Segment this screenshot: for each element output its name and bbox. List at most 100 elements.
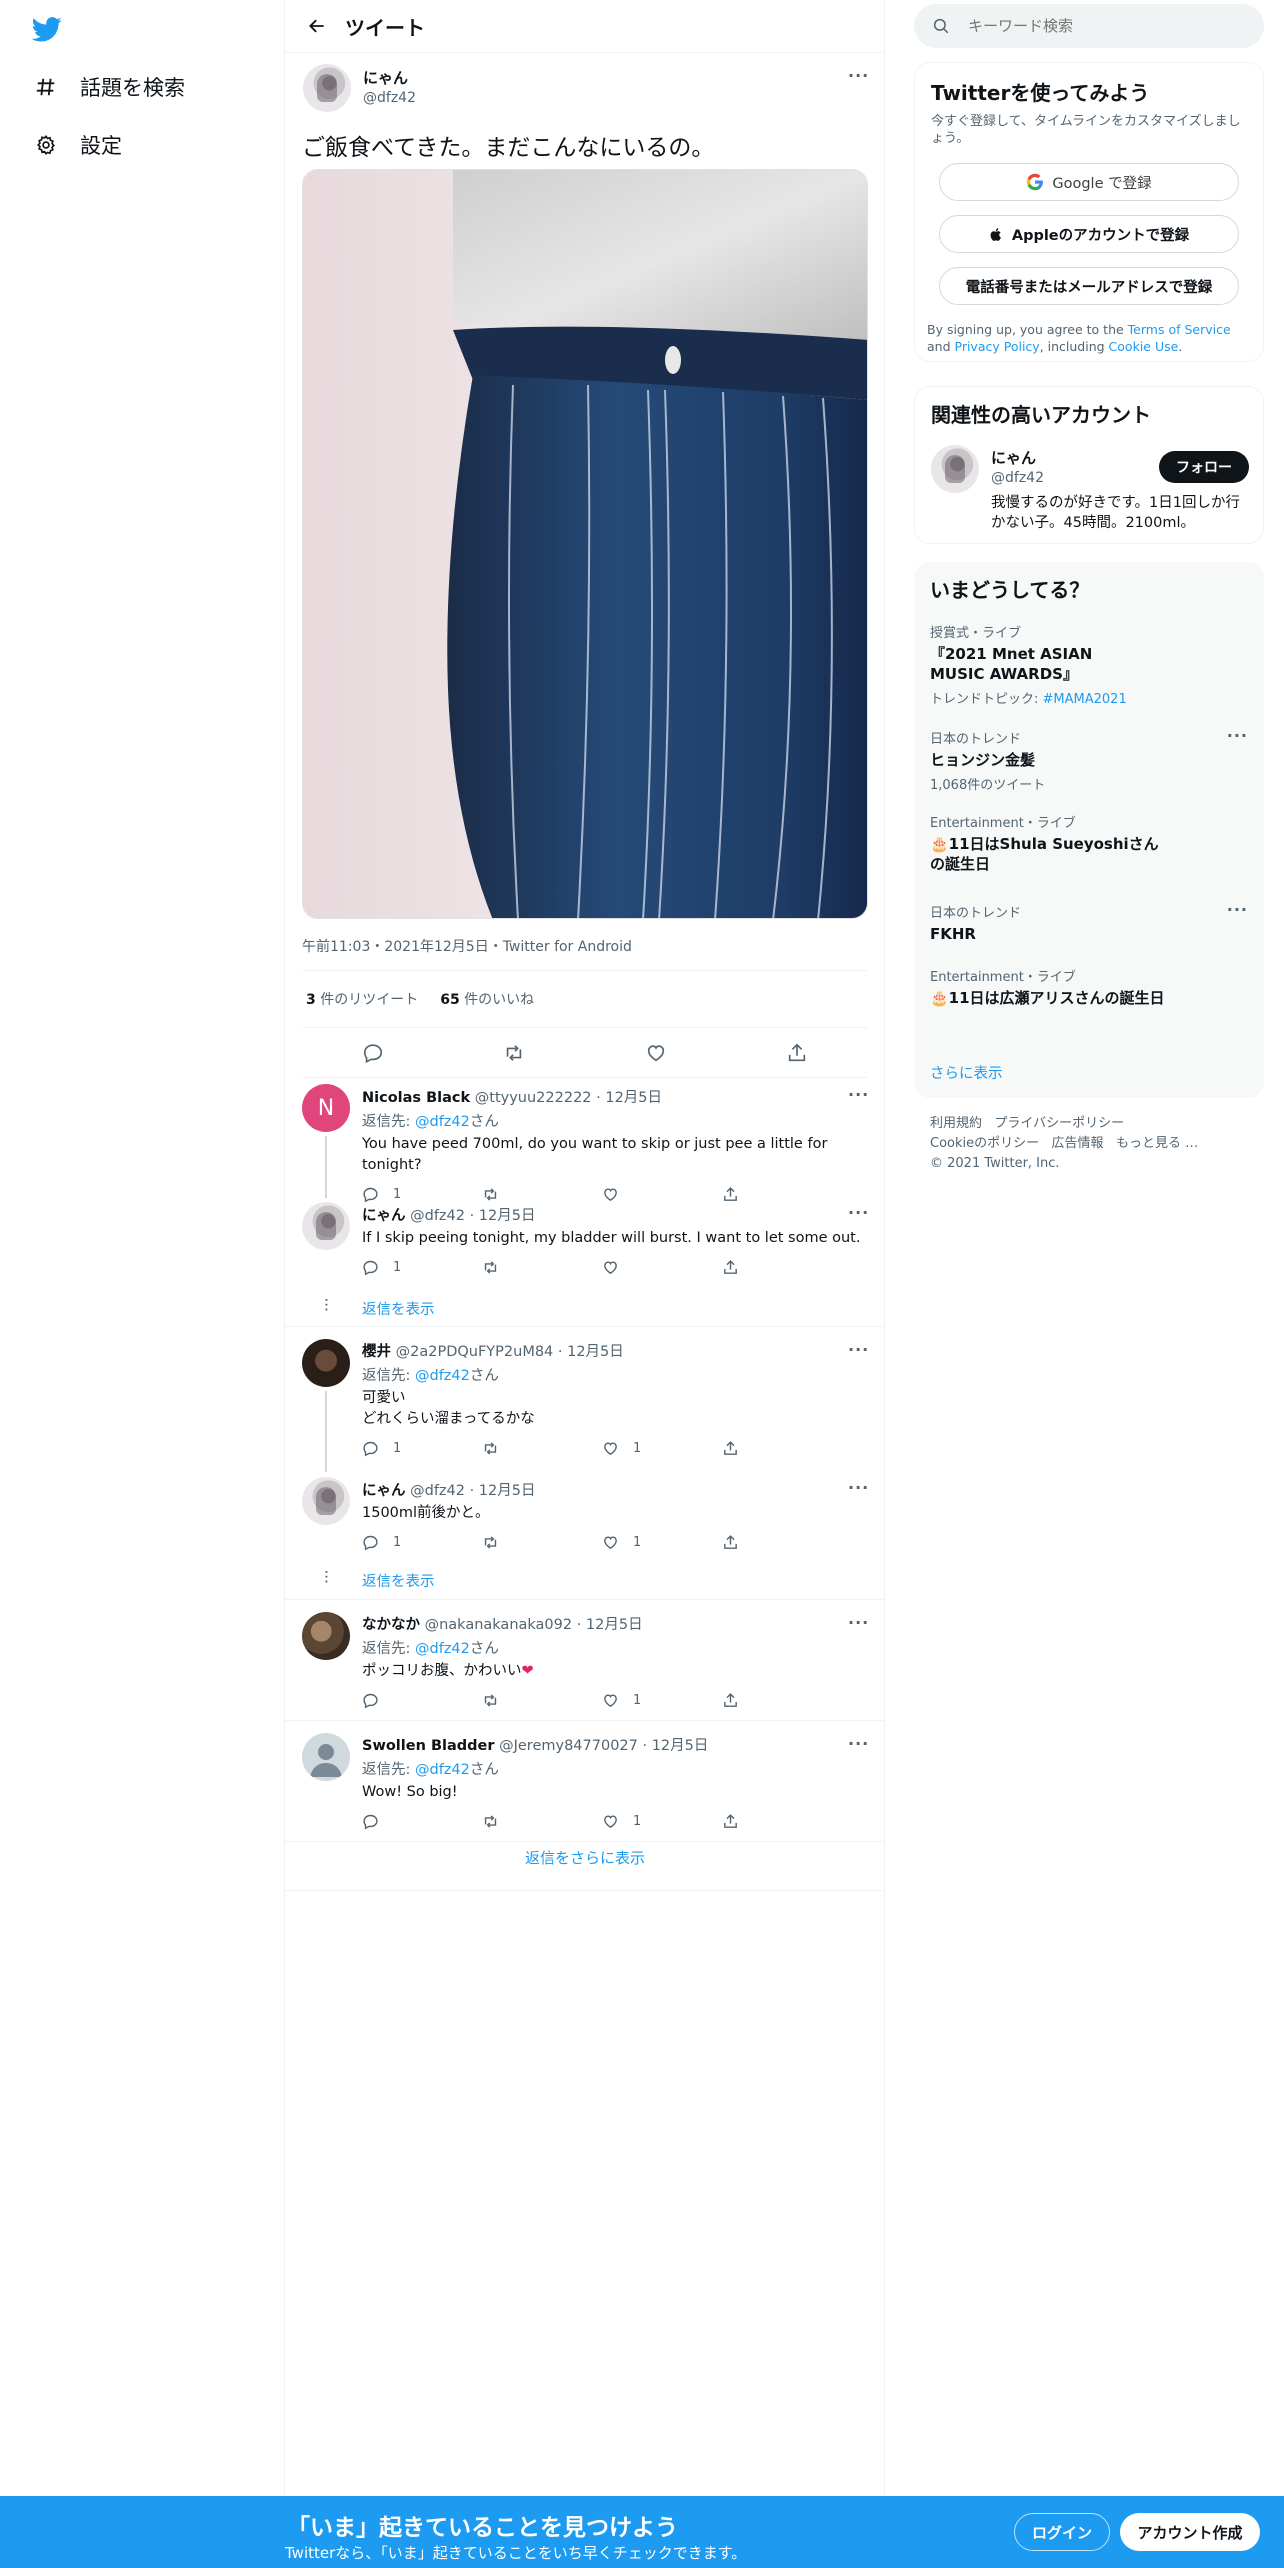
retweet-count[interactable]: 3 件のリツイート xyxy=(306,989,418,1009)
related-name[interactable]: にゃん xyxy=(991,447,1044,468)
retweet-button[interactable] xyxy=(482,1259,602,1276)
retweet-button[interactable] xyxy=(482,1534,602,1551)
reply-author-name[interactable]: にゃん xyxy=(362,1483,406,1499)
retweet-button[interactable] xyxy=(482,1692,602,1709)
reply-author-handle[interactable]: @dfz42 · 12月5日 xyxy=(410,1208,535,1224)
search-input[interactable] xyxy=(968,17,1228,35)
sidebar-item-settings[interactable]: 設定 xyxy=(34,130,122,160)
reply-tweet[interactable]: ··· なかなか @nakanakanaka092 · 12月5日 返信先: @… xyxy=(285,1600,885,1720)
show-more-trends-link[interactable]: さらに表示 xyxy=(930,1062,1003,1083)
show-more-replies-link[interactable]: 返信をさらに表示 xyxy=(285,1847,885,1868)
reply-author-name[interactable]: なかなか xyxy=(362,1617,420,1633)
tweet-actions xyxy=(302,1028,868,1078)
tweet-timestamp[interactable]: 午前11:03・2021年12月5日・Twitter for Android xyxy=(302,936,632,956)
privacy-link[interactable]: プライバシーポリシー xyxy=(994,1116,1124,1131)
reply-author-handle[interactable]: @2a2PDQuFYP2uM84 · 12月5日 xyxy=(396,1344,624,1360)
reply-tweet[interactable]: ··· にゃん @dfz42 · 12月5日 If I skip peeing … xyxy=(285,1198,885,1328)
sidebar-item-explore[interactable]: 話題を検索 xyxy=(34,72,185,102)
mention-link[interactable]: @dfz42 xyxy=(415,1641,470,1657)
follow-button[interactable]: フォロー xyxy=(1159,451,1249,483)
author-name[interactable]: にゃん xyxy=(363,67,416,88)
mention-link[interactable]: @dfz42 xyxy=(415,1368,470,1384)
back-arrow-icon[interactable] xyxy=(289,0,345,53)
share-button[interactable] xyxy=(722,1692,842,1709)
retweet-button[interactable] xyxy=(482,1813,602,1830)
avatar[interactable]: N xyxy=(302,1084,350,1132)
mention-link[interactable]: @dfz42 xyxy=(415,1114,470,1130)
like-icon[interactable] xyxy=(645,1042,667,1064)
more-options-icon[interactable]: ··· xyxy=(1227,900,1248,919)
retweet-icon[interactable] xyxy=(503,1042,525,1064)
avatar[interactable] xyxy=(931,445,979,493)
share-icon[interactable] xyxy=(786,1042,808,1064)
reply-button[interactable]: 1 xyxy=(362,1259,482,1276)
cookie-link[interactable]: Cookie Use xyxy=(1109,339,1179,354)
privacy-link[interactable]: Privacy Policy xyxy=(955,339,1040,354)
login-button[interactable]: ログイン xyxy=(1014,2513,1110,2551)
search-box[interactable] xyxy=(914,4,1264,48)
terms-link[interactable]: Terms of Service xyxy=(1128,322,1231,337)
avatar[interactable] xyxy=(302,1202,350,1250)
author-handle[interactable]: @dfz42 xyxy=(363,90,416,106)
share-button[interactable] xyxy=(722,1440,842,1457)
like-button[interactable]: 1 xyxy=(602,1440,722,1457)
reply-author-name[interactable]: にゃん xyxy=(362,1208,406,1224)
avatar[interactable] xyxy=(302,1339,350,1387)
tweet-author[interactable]: にゃん @dfz42 xyxy=(303,64,416,112)
reply-author-handle[interactable]: @Jeremy84770027 · 12月5日 xyxy=(499,1738,708,1754)
reply-author-handle[interactable]: @dfz42 · 12月5日 xyxy=(410,1483,535,1499)
phone-email-signup-button[interactable]: 電話番号またはメールアドレスで登録 xyxy=(939,267,1239,305)
avatar[interactable] xyxy=(303,64,351,112)
reply-author-name[interactable]: 櫻井 xyxy=(362,1344,391,1360)
avatar[interactable] xyxy=(302,1612,350,1660)
more-options-icon[interactable]: ··· xyxy=(848,66,869,85)
trend-item[interactable]: 授賞式・ライブ 『2021 Mnet ASIAN MUSIC AWARDS』 ト… xyxy=(930,622,1248,707)
reply-button[interactable] xyxy=(362,1692,482,1709)
create-account-button[interactable]: アカウント作成 xyxy=(1120,2513,1260,2551)
more-options-icon[interactable]: ··· xyxy=(1227,726,1248,745)
share-button[interactable] xyxy=(722,1259,842,1276)
show-replies-link[interactable]: 返信を表示 xyxy=(362,1570,435,1591)
reply-author-name[interactable]: Nicolas Black xyxy=(362,1090,470,1106)
trend-item[interactable]: Entertainment・ライブ 🎂11日はShula Sueyoshiさんの… xyxy=(930,812,1248,874)
trend-item[interactable]: Entertainment・ライブ 🎂11日は広瀬アリスさんの誕生日 xyxy=(930,966,1248,1008)
share-button[interactable] xyxy=(722,1534,842,1551)
share-button[interactable] xyxy=(722,1813,842,1830)
google-signup-button[interactable]: Google で登録 xyxy=(939,163,1239,201)
like-button[interactable]: 1 xyxy=(602,1813,722,1830)
like-button[interactable] xyxy=(602,1259,722,1276)
retweet-button[interactable] xyxy=(482,1440,602,1457)
reply-author-name[interactable]: Swollen Bladder xyxy=(362,1738,495,1754)
reply-tweet[interactable]: ··· 櫻井 @2a2PDQuFYP2uM84 · 12月5日 返信先: @df… xyxy=(285,1327,885,1472)
reply-tweet[interactable]: ··· Swollen Bladder @Jeremy84770027 · 12… xyxy=(285,1721,885,1841)
trend-item[interactable]: 日本のトレンド FKHR ··· xyxy=(930,900,1248,944)
tweet-photo[interactable] xyxy=(302,169,868,919)
twitter-bird-icon[interactable] xyxy=(32,14,62,44)
ads-link[interactable]: 広告情報 xyxy=(1052,1136,1104,1151)
mention-link[interactable]: @dfz42 xyxy=(415,1762,470,1778)
tweet-header: ツイート xyxy=(285,0,884,53)
reply-icon[interactable] xyxy=(362,1042,384,1064)
reply-button[interactable]: 1 xyxy=(362,1534,482,1551)
reply-tweet[interactable]: N ··· Nicolas Black @ttyyuu222222 · 12月5… xyxy=(285,1078,885,1203)
reply-button[interactable] xyxy=(362,1813,482,1830)
related-handle[interactable]: @dfz42 xyxy=(991,470,1044,486)
reply-button[interactable]: 1 xyxy=(362,1440,482,1457)
signup-card: Twitterを使ってみよう 今すぐ登録して、タイムラインをカスタマイズしましょ… xyxy=(914,62,1264,362)
like-button[interactable]: 1 xyxy=(602,1692,722,1709)
reply-text: 可愛い どれくらい溜まってるかな xyxy=(362,1390,535,1427)
reply-author-handle[interactable]: @ttyyuu222222 · 12月5日 xyxy=(475,1090,662,1106)
avatar[interactable] xyxy=(302,1477,350,1525)
cookie-link[interactable]: Cookieのポリシー xyxy=(930,1136,1039,1151)
like-button[interactable]: 1 xyxy=(602,1534,722,1551)
show-replies-link[interactable]: 返信を表示 xyxy=(362,1298,435,1319)
reply-author-handle[interactable]: @nakanakanaka092 · 12月5日 xyxy=(425,1617,643,1633)
reply-tweet[interactable]: ··· にゃん @dfz42 · 12月5日 1500ml前後かと。 1 1 ·… xyxy=(285,1472,885,1600)
default-avatar-icon[interactable] xyxy=(302,1733,350,1781)
more-link[interactable]: もっと見る … xyxy=(1116,1136,1198,1151)
terms-link[interactable]: 利用規約 xyxy=(930,1116,982,1131)
like-count[interactable]: 65 件のいいね xyxy=(440,989,534,1009)
apple-signup-button[interactable]: Appleのアカウントで登録 xyxy=(939,215,1239,253)
trend-item[interactable]: 日本のトレンド ヒョンジン金髪 1,068件のツイート ··· xyxy=(930,726,1248,793)
copyright: © 2021 Twitter, Inc. xyxy=(930,1156,1060,1171)
